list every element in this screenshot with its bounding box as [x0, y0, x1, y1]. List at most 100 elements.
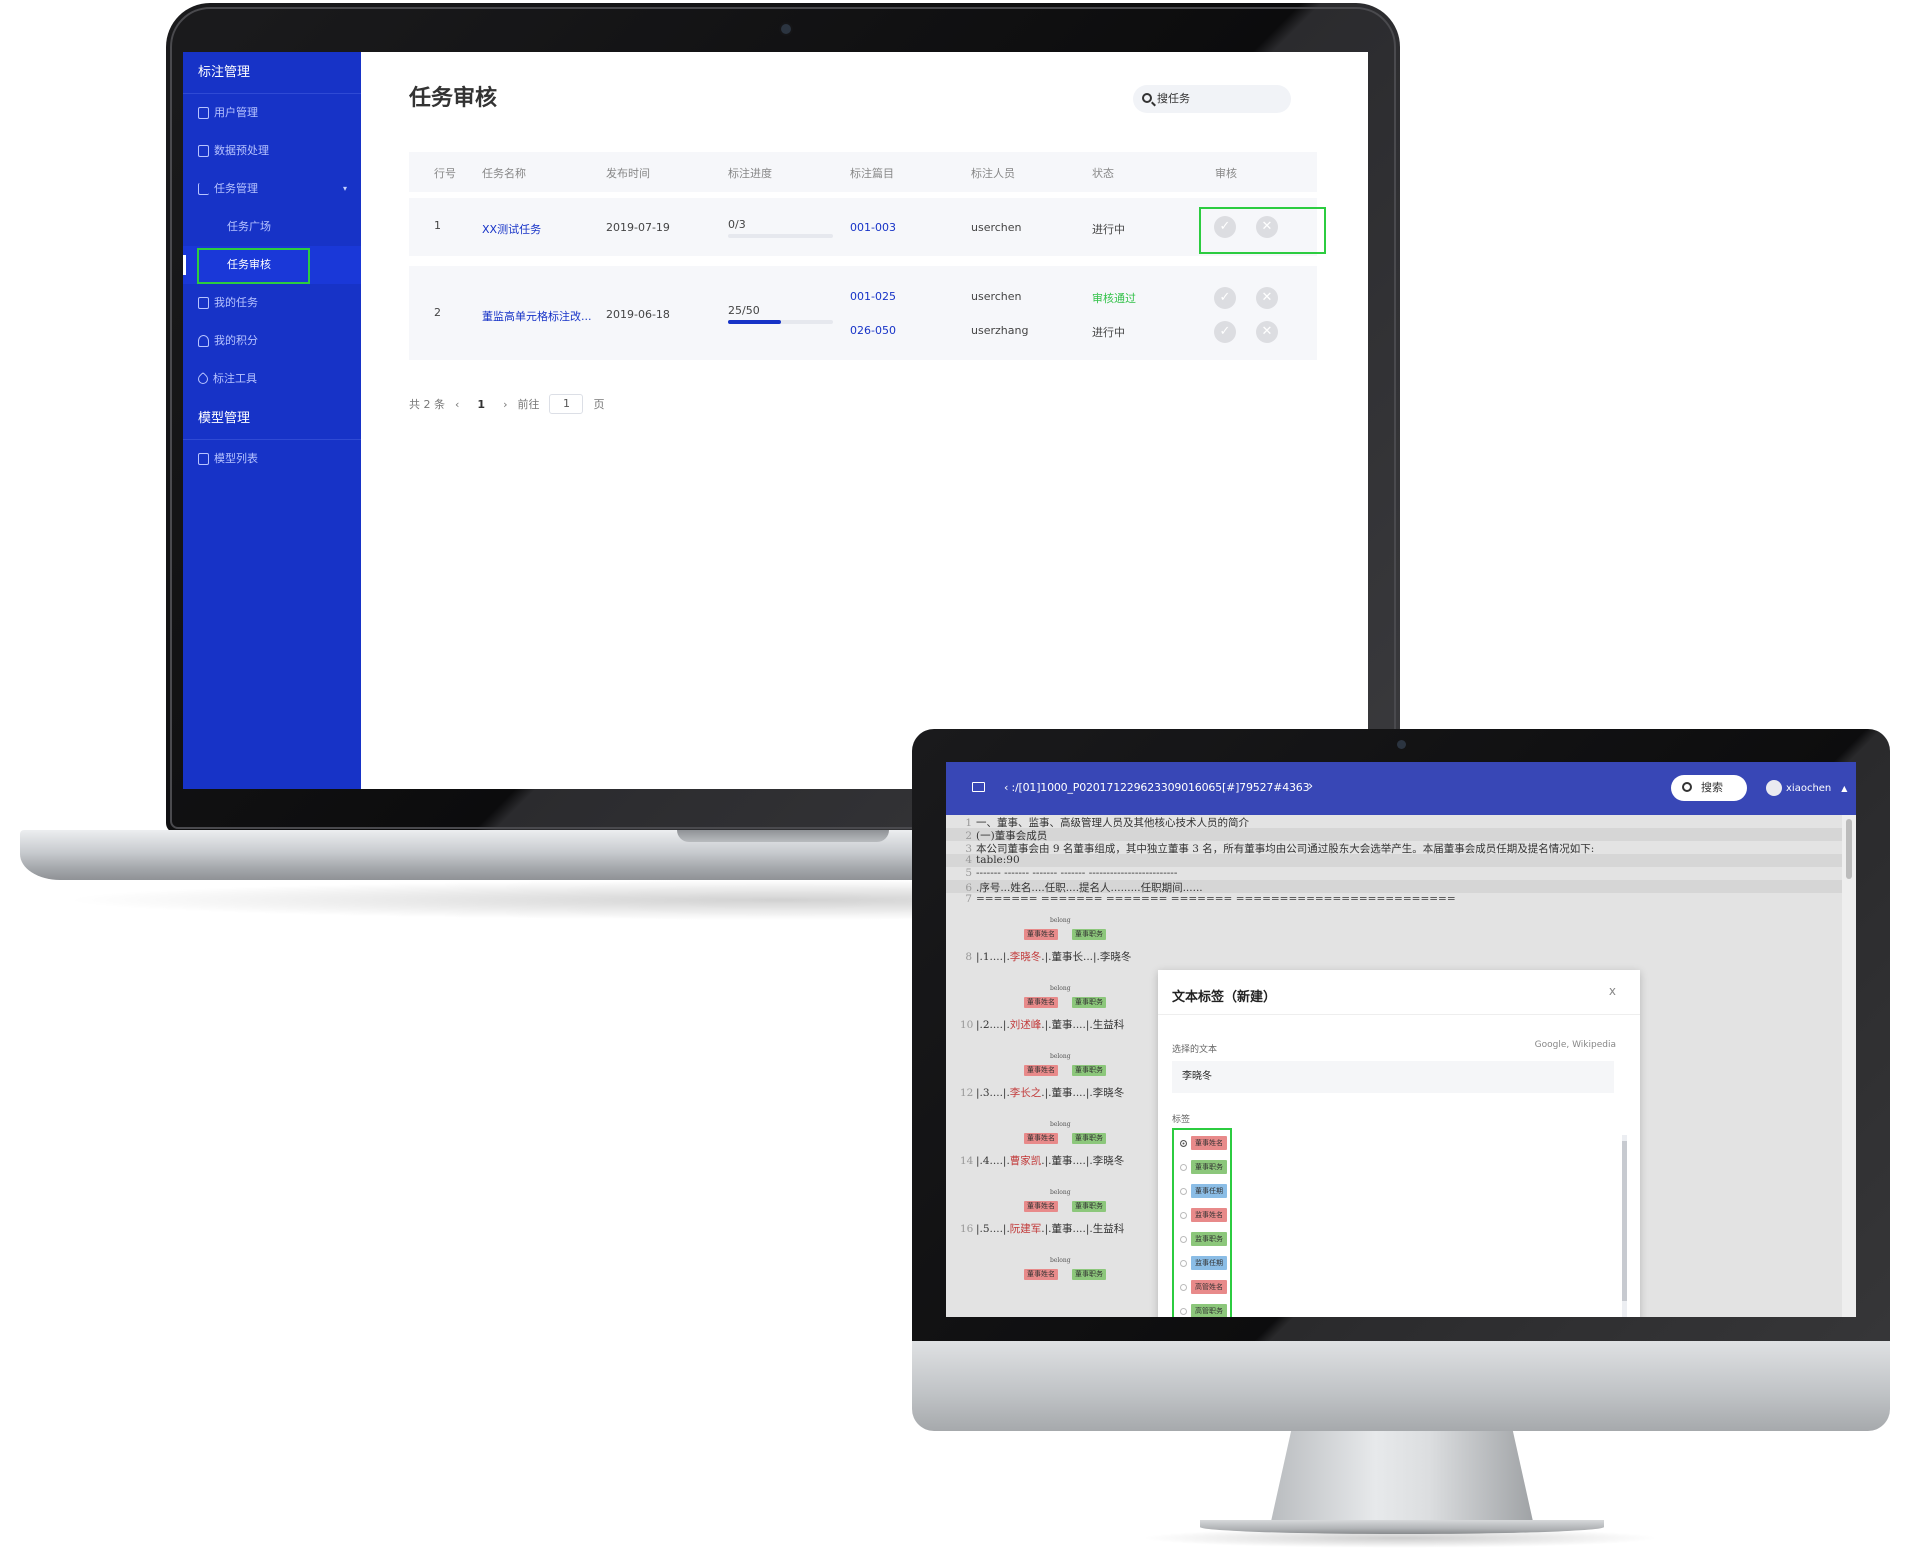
annotated-name: 曹家凯 — [1009, 1155, 1042, 1167]
article-range-link[interactable]: 001-003 — [850, 221, 896, 234]
sidebar-item-model-list[interactable]: 模型列表 — [183, 440, 361, 478]
name-tag[interactable]: 董事姓名 — [1024, 1065, 1058, 1076]
status-badge: 进行中 — [1092, 223, 1125, 236]
search-input[interactable]: 搜任务 — [1133, 85, 1291, 113]
sidebar-item-label: 标注工具 — [213, 372, 257, 385]
tag-option[interactable]: 监事任期 — [1180, 1256, 1227, 1270]
sidebar-item-my-points[interactable]: 我的积分 — [183, 322, 361, 360]
tag-option[interactable]: 高管姓名 — [1180, 1280, 1227, 1294]
editor-line: 4 table:90 — [965, 854, 1020, 866]
search-links[interactable]: Google, Wikipedia — [1535, 1040, 1616, 1050]
radio-button[interactable] — [1180, 1283, 1187, 1291]
reject-button[interactable]: ✕ — [1256, 216, 1278, 238]
search-icon — [1682, 782, 1692, 792]
name-tag[interactable]: 董事姓名 — [1024, 929, 1058, 940]
radio-button[interactable] — [1180, 1187, 1187, 1195]
scrollbar-thumb[interactable] — [1846, 819, 1852, 879]
name-tag[interactable]: 董事姓名 — [1024, 1201, 1058, 1212]
laptop-screen: 标注管理 用户管理 数据预处理 任务管理 ▾ 任务广场 任务审核 我的任务 我的… — [183, 52, 1368, 789]
radio-button[interactable] — [1180, 1211, 1187, 1219]
scrollbar-thumb[interactable] — [1622, 1141, 1627, 1301]
tag-chip: 监事姓名 — [1191, 1208, 1227, 1222]
sidebar-item-annotation-tool[interactable]: 标注工具 — [183, 360, 361, 398]
sidebar-item-label: 数据预处理 — [214, 144, 269, 157]
sidebar-item-task-management[interactable]: 任务管理 ▾ — [183, 170, 361, 208]
pagination-total: 共 2 条 — [409, 398, 445, 411]
article-range-link[interactable]: 026-050 — [850, 324, 896, 337]
list-icon — [198, 145, 209, 157]
forward-button[interactable]: › — [1308, 779, 1313, 794]
relation-label: belong — [1050, 1121, 1071, 1128]
page-number-current[interactable]: 1 — [469, 398, 493, 411]
approve-button[interactable]: ✓ — [1214, 287, 1236, 309]
folder-icon[interactable] — [972, 782, 985, 792]
name-tag[interactable]: 董事姓名 — [1024, 997, 1058, 1008]
sidebar-group-model: 模型管理 — [183, 398, 361, 440]
annotated-row: 董事姓名 董事职务 belong 10 |.2....|.刘述峰.|.董事....… — [946, 977, 1156, 1045]
approve-button[interactable]: ✓ — [1214, 216, 1236, 238]
relation-label: belong — [1050, 1189, 1071, 1196]
close-button[interactable]: x — [1609, 984, 1616, 998]
radio-button[interactable] — [1180, 1235, 1187, 1243]
sidebar-item-task-review[interactable]: 任务审核 — [183, 246, 361, 284]
table-header: 行号 任务名称 发布时间 标注进度 标注篇目 标注人员 状态 审核 — [409, 152, 1317, 192]
editor-scrollbar[interactable] — [1842, 815, 1856, 1317]
sidebar-item-my-tasks[interactable]: 我的任务 — [183, 284, 361, 322]
role-tag[interactable]: 董事职务 — [1072, 1065, 1106, 1076]
annotator: userchen — [971, 290, 1022, 303]
goto-page-input[interactable]: 1 — [549, 394, 584, 414]
user-menu[interactable]: xiaochen ▲ — [1766, 780, 1847, 796]
next-page-button[interactable]: › — [503, 398, 507, 411]
tag-option[interactable]: 董事姓名 — [1180, 1136, 1227, 1150]
role-tag[interactable]: 董事职务 — [1072, 1201, 1106, 1212]
name-tag[interactable]: 董事姓名 — [1024, 1269, 1058, 1280]
radio-button[interactable] — [1180, 1163, 1187, 1171]
tag-option[interactable]: 董事职务 — [1180, 1160, 1227, 1174]
tag-option[interactable]: 监事姓名 — [1180, 1208, 1227, 1222]
document-path: ‹ :/[01]1000_P020171229623309016065[#]79… — [1004, 781, 1310, 794]
sidebar-item-label: 我的任务 — [214, 296, 258, 309]
reject-button[interactable]: ✕ — [1256, 287, 1278, 309]
annotated-row: 董事姓名 董事职务 belong 8 |.1....|.李晓冬.|.董事长...|… — [946, 909, 1156, 977]
sidebar-item-preprocess[interactable]: 数据预处理 — [183, 132, 361, 170]
annotated-name: 李长之 — [1009, 1087, 1042, 1099]
role-tag[interactable]: 董事职务 — [1072, 1269, 1106, 1280]
radio-button[interactable] — [1180, 1307, 1187, 1315]
task-name-link[interactable]: XX测试任务 — [482, 221, 541, 237]
editor-line: 14 |.4....|.曹家凯.|.董事....|.李晓冬 — [960, 1155, 1125, 1167]
tag-option[interactable]: 董事任期 — [1180, 1184, 1227, 1198]
highlight-box — [197, 248, 310, 284]
column-header: 标注篇目 — [850, 167, 894, 180]
tag-option[interactable]: 监事职务 — [1180, 1232, 1227, 1246]
sidebar-item-label: 任务管理 — [214, 182, 258, 195]
flag-icon — [198, 183, 209, 195]
selected-text-field[interactable]: 李晓冬 — [1172, 1061, 1614, 1093]
radio-button[interactable] — [1180, 1139, 1187, 1147]
role-tag[interactable]: 董事职务 — [1072, 929, 1106, 940]
table-row: 2 董监高单元格标注改... 2019-06-18 25/50 001-025 … — [409, 266, 1317, 360]
progress-text: 25/50 — [728, 304, 760, 317]
role-tag[interactable]: 董事职务 — [1072, 997, 1106, 1008]
sidebar-item-users[interactable]: 用户管理 — [183, 94, 361, 132]
tag-options: 董事姓名董事职务董事任期监事姓名监事职务监事任期高管姓名高管职务高管任期 — [1172, 1128, 1232, 1317]
tag-option[interactable]: 高管职务 — [1180, 1304, 1227, 1317]
reject-button[interactable]: ✕ — [1256, 321, 1278, 343]
tag-chip: 高管姓名 — [1191, 1280, 1227, 1294]
search-button[interactable]: 搜索 — [1671, 775, 1747, 801]
relation-label: belong — [1050, 985, 1071, 992]
annotation-editor[interactable]: 1 一、董事、监事、高级管理人员及其他核心技术人员的简介 2 (一)董事会成员 3本… — [946, 815, 1842, 1317]
task-name-link[interactable]: 董监高单元格标注改... — [482, 308, 592, 324]
sidebar-item-task-square[interactable]: 任务广场 — [183, 208, 361, 246]
scrollbar[interactable] — [1622, 1135, 1627, 1317]
progress-bar — [728, 234, 833, 238]
name-tag[interactable]: 董事姓名 — [1024, 1133, 1058, 1144]
prev-page-button[interactable]: ‹ — [455, 398, 459, 411]
article-range-link[interactable]: 001-025 — [850, 290, 896, 303]
document-icon — [198, 107, 209, 119]
role-tag[interactable]: 董事职务 — [1072, 1133, 1106, 1144]
publish-date: 2019-07-19 — [606, 221, 670, 234]
tag-chip: 董事任期 — [1191, 1184, 1227, 1198]
caret-up-icon: ▲ — [1841, 783, 1848, 793]
radio-button[interactable] — [1180, 1259, 1187, 1267]
approve-button[interactable]: ✓ — [1214, 321, 1236, 343]
